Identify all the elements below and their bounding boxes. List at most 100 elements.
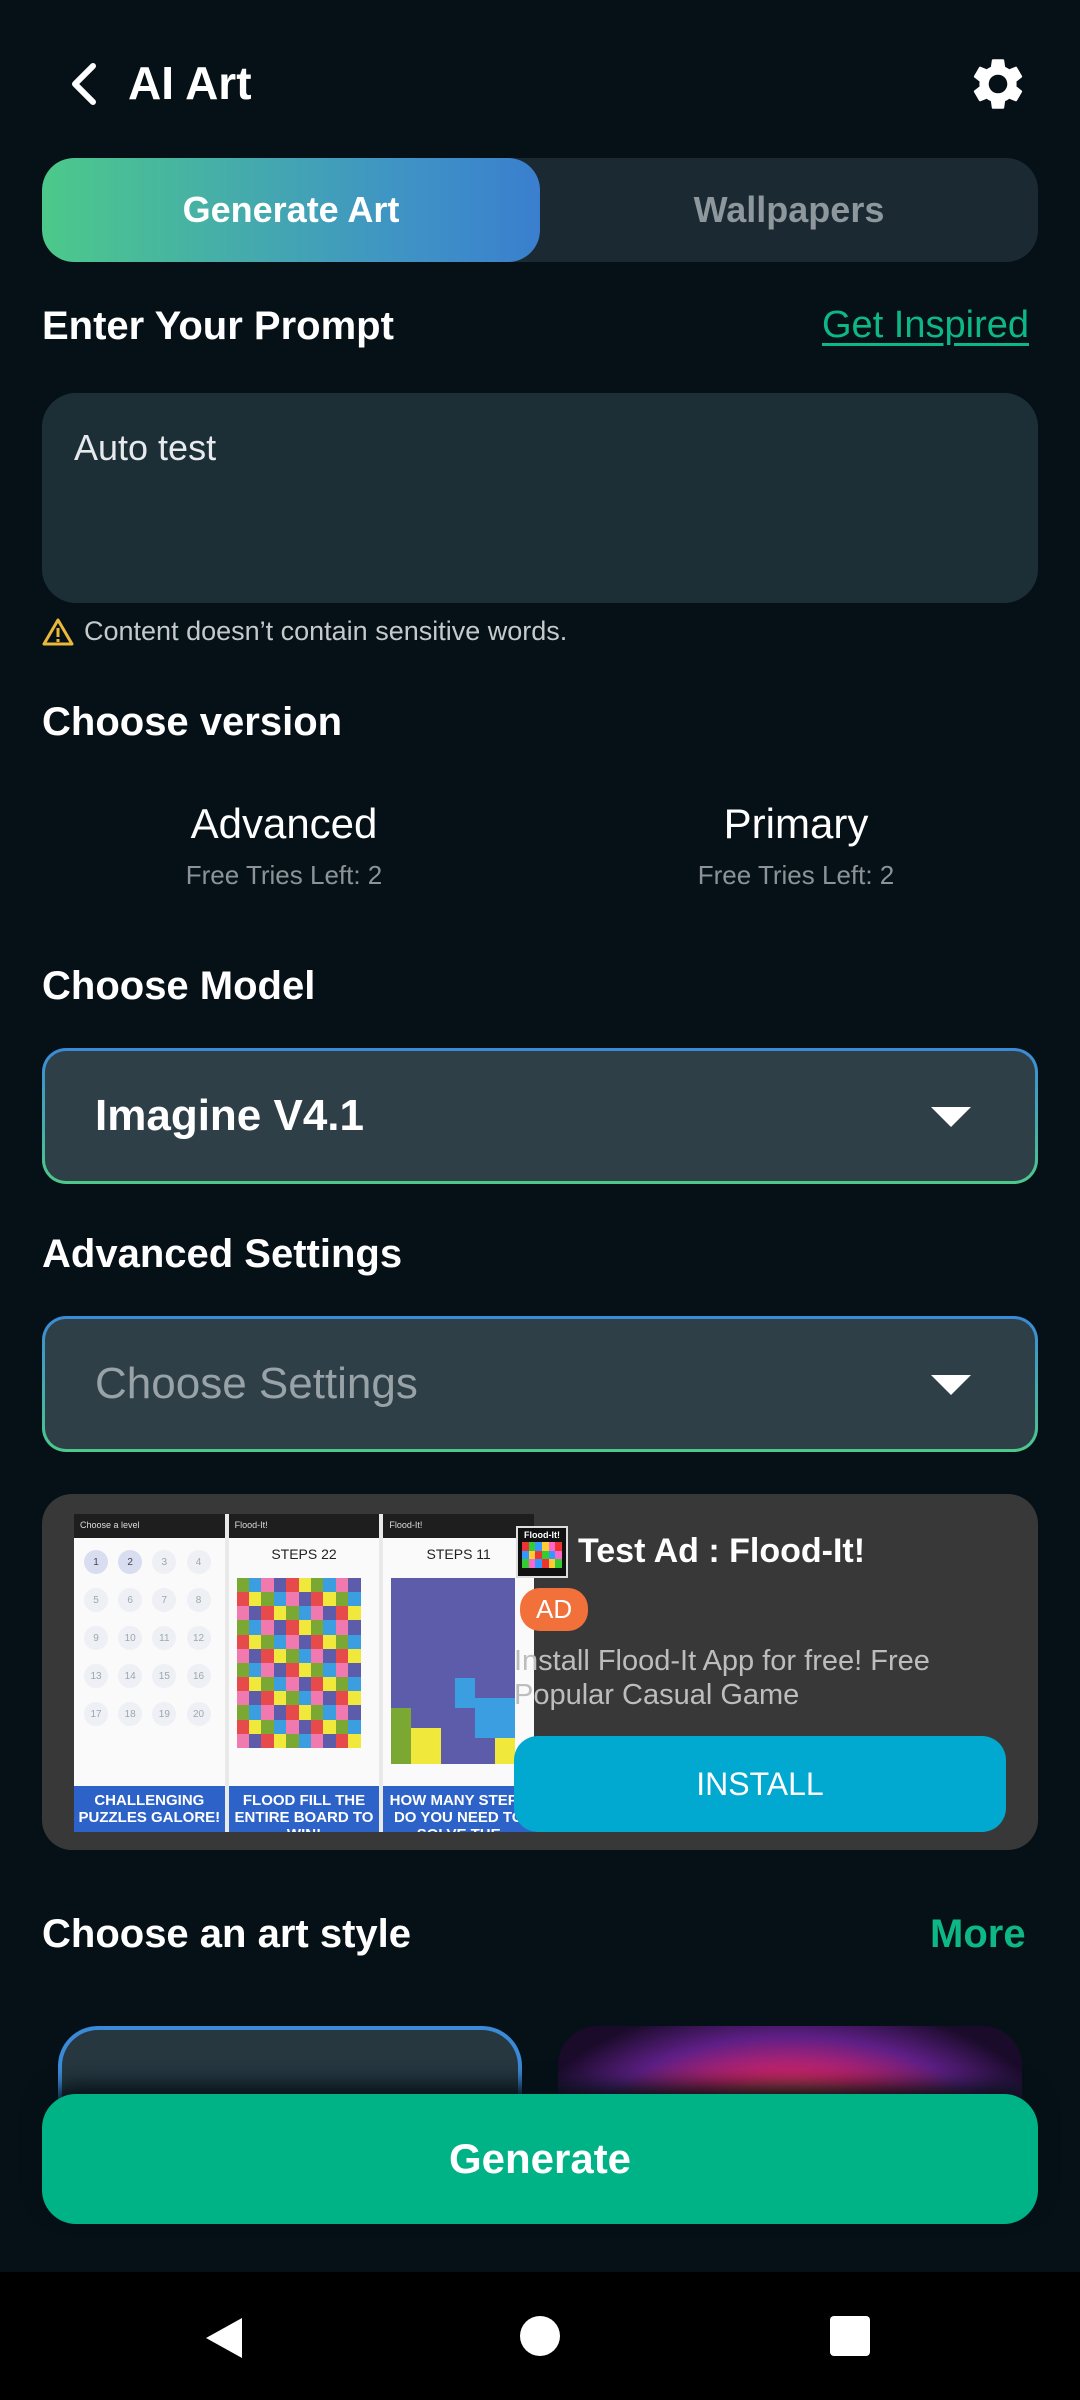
- board-cell: [335, 1592, 349, 1607]
- get-inspired-link[interactable]: Get Inspired: [822, 304, 1029, 347]
- model-dropdown[interactable]: Imagine V4.1: [42, 1048, 1038, 1184]
- level-circle: 12: [186, 1626, 211, 1650]
- generate-button[interactable]: Generate: [42, 2094, 1038, 2224]
- board-cell: [236, 1705, 250, 1720]
- board-cell: [236, 1677, 250, 1692]
- shot-steps: STEPS 11: [426, 1546, 491, 1562]
- board-cell: [286, 1691, 299, 1706]
- board-cell: [335, 1606, 349, 1621]
- board-cell: [323, 1733, 336, 1748]
- board-cell: [298, 1606, 312, 1621]
- board-cell: [348, 1578, 361, 1593]
- board-cell: [311, 1662, 324, 1678]
- level-circle: 4: [186, 1550, 211, 1574]
- board-cell: [236, 1662, 250, 1678]
- board-cell: [261, 1691, 274, 1706]
- advanced-settings-dropdown[interactable]: Choose Settings: [42, 1316, 1038, 1452]
- board-cell: [286, 1648, 299, 1663]
- level-circle: 16: [186, 1664, 211, 1688]
- board-cell: [273, 1606, 287, 1621]
- board-cell: [249, 1648, 262, 1663]
- level-circle: 19: [152, 1702, 177, 1726]
- board-cell: [261, 1606, 274, 1621]
- caret-down-icon: [931, 1107, 971, 1127]
- shot-bar: Flood-It!: [228, 1514, 380, 1538]
- board-cell: [335, 1662, 349, 1678]
- board-cell: [298, 1578, 312, 1593]
- board-cell: [286, 1733, 299, 1748]
- board-cell: [273, 1677, 287, 1692]
- board-cell: [273, 1705, 287, 1720]
- board-cell: [311, 1648, 324, 1663]
- flood-field: [391, 1578, 516, 1764]
- level-circle: 20: [186, 1702, 211, 1726]
- board-cell: [298, 1691, 312, 1706]
- nav-home-icon[interactable]: [520, 2316, 560, 2356]
- board-cell: [348, 1733, 361, 1748]
- ad-screenshot-levels: Choose a level 1 2 3 4 5 6 7 8 9 10 11 12 13 14 15 16 17…: [74, 1514, 225, 1832]
- board-cell: [286, 1606, 299, 1621]
- board-cell: [273, 1719, 287, 1734]
- board-cell: [261, 1733, 274, 1748]
- board-cell: [273, 1662, 287, 1678]
- app-header: AI Art: [0, 0, 1080, 170]
- board-cell: [335, 1620, 349, 1635]
- board-cell: [348, 1620, 361, 1635]
- install-button[interactable]: INSTALL: [514, 1736, 1006, 1832]
- board-cell: [261, 1648, 274, 1663]
- version-option-primary[interactable]: Primary Free Tries Left: 2: [556, 800, 1036, 891]
- level-circle: 13: [84, 1664, 108, 1688]
- board-cell: [236, 1719, 250, 1734]
- board-cell: [323, 1592, 336, 1607]
- board-cell: [311, 1691, 324, 1706]
- board-cell: [323, 1620, 336, 1635]
- board-cell: [249, 1719, 262, 1734]
- board-cell: [348, 1606, 361, 1621]
- settings-button[interactable]: [962, 48, 1034, 120]
- board-cell: [273, 1733, 287, 1748]
- sensitive-words-warning: Content doesn’t contain sensitive words.: [42, 616, 567, 647]
- board-cell: [286, 1620, 299, 1635]
- board-cell: [298, 1620, 312, 1635]
- board-cell: [261, 1634, 274, 1649]
- more-styles-link[interactable]: More: [930, 1912, 1026, 1957]
- back-button[interactable]: [56, 52, 112, 116]
- board-cell: [236, 1620, 250, 1635]
- board-cell: [261, 1620, 274, 1635]
- version-tries: Free Tries Left: 2: [697, 860, 895, 890]
- board-cell: [273, 1592, 287, 1607]
- ad-title: Test Ad : Flood-It!: [578, 1532, 866, 1570]
- board-cell: [236, 1634, 250, 1649]
- tab-generate-art[interactable]: Generate Art: [42, 158, 540, 262]
- system-nav-bar: [0, 2272, 1080, 2400]
- version-option-advanced[interactable]: Advanced Free Tries Left: 2: [44, 800, 524, 891]
- level-circle: 2: [118, 1550, 143, 1574]
- ad-screenshot-solve: Flood-It! STEPS 11 HOW MANY STEPS DO YOU…: [383, 1514, 535, 1832]
- gear-icon: [973, 59, 1023, 109]
- nav-back-icon[interactable]: [204, 2316, 244, 2360]
- board-cell: [348, 1648, 361, 1663]
- board-cell: [335, 1648, 349, 1663]
- tab-wallpapers[interactable]: Wallpapers: [540, 158, 1038, 262]
- warning-text: Content doesn’t contain sensitive words.: [84, 616, 568, 646]
- shot-bar: Flood-It!: [383, 1514, 535, 1538]
- caret-down-icon: [931, 1375, 971, 1395]
- nav-recents-icon[interactable]: [830, 2316, 870, 2356]
- board-cell: [298, 1677, 312, 1692]
- level-circle: 1: [84, 1550, 108, 1574]
- prompt-input[interactable]: [74, 427, 1004, 567]
- board-cell: [323, 1705, 336, 1720]
- board-cell: [323, 1606, 336, 1621]
- model-heading: Choose Model: [42, 964, 316, 1008]
- board-cell: [236, 1592, 250, 1607]
- board-cell: [298, 1592, 312, 1607]
- board-cell: [236, 1733, 250, 1748]
- board-cell: [311, 1719, 324, 1734]
- board-cell: [236, 1578, 250, 1593]
- ad-screenshots: Choose a level 1 2 3 4 5 6 7 8 9 10 11 12 13 14 15 16 17…: [74, 1514, 535, 1832]
- ad-card[interactable]: Choose a level 1 2 3 4 5 6 7 8 9 10 11 12 13 14 15 16 17…: [42, 1494, 1038, 1850]
- level-circle: 11: [152, 1626, 177, 1650]
- ad-app-logo: Flood-It!: [516, 1526, 568, 1578]
- board-cell: [261, 1662, 274, 1678]
- board-cell: [348, 1677, 361, 1692]
